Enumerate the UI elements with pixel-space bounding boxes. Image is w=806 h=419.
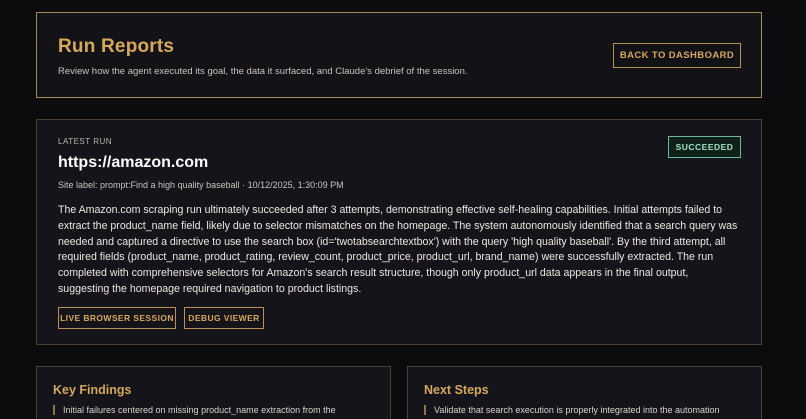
latest-run-eyebrow: LATEST RUN (58, 137, 113, 146)
list-item: Validate that search execution is proper… (424, 405, 754, 415)
run-url: https://amazon.com (58, 154, 209, 171)
debug-viewer-button[interactable]: DEBUG VIEWER (184, 307, 264, 329)
page-header: Run Reports Review how the agent execute… (36, 12, 762, 98)
latest-run-card: LATEST RUN https://amazon.com Site label… (36, 119, 762, 345)
key-findings-card: Key Findings Initial failures centered o… (36, 366, 391, 419)
site-label: Site label: prompt:Find a high quality b… (58, 180, 344, 190)
page-title: Run Reports (58, 36, 175, 57)
key-findings-title: Key Findings (53, 383, 132, 397)
back-to-dashboard-button[interactable]: BACK TO DASHBOARD (613, 43, 741, 68)
live-browser-session-button[interactable]: LIVE BROWSER SESSION (58, 307, 176, 329)
next-steps-card: Next Steps Validate that search executio… (407, 366, 762, 419)
status-badge: SUCCEEDED (668, 136, 741, 158)
next-steps-title: Next Steps (424, 383, 489, 397)
page-subtitle: Review how the agent executed its goal, … (58, 66, 468, 77)
run-summary: The Amazon.com scraping run ultimately s… (58, 204, 738, 295)
list-item: Initial failures centered on missing pro… (53, 405, 383, 415)
run-reports-page: Run Reports Review how the agent execute… (0, 0, 806, 419)
